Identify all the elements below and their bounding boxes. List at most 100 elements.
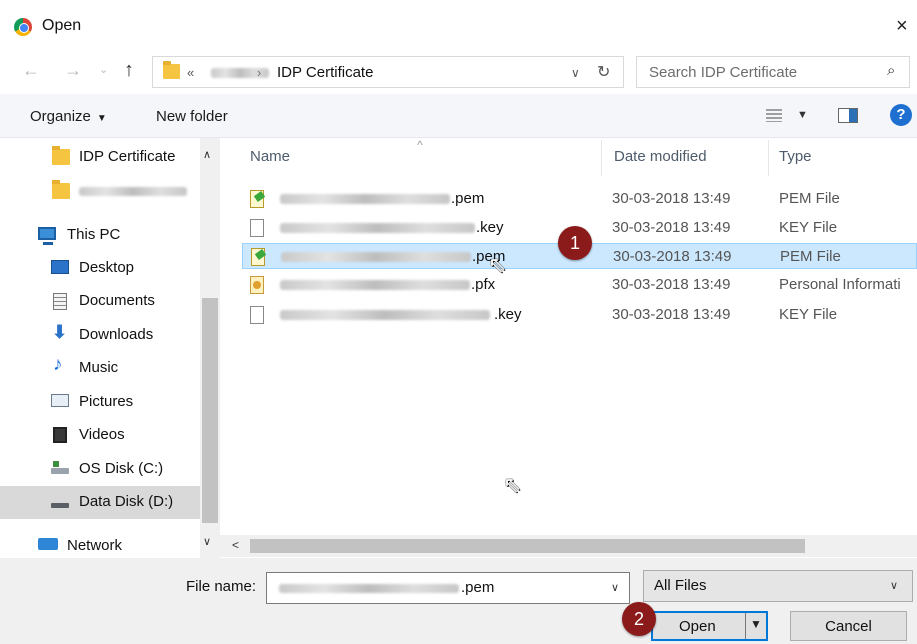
breadcrumb-current-folder[interactable]: IDP Certificate (277, 64, 373, 81)
file-date: 30-03-2018 13:49 (613, 248, 732, 265)
sidebar-scrollbar-thumb[interactable] (202, 298, 218, 523)
pictures-icon (51, 394, 69, 407)
sort-ascending-icon: ^ (417, 138, 423, 152)
sidebar-item-documents[interactable]: Documents (0, 285, 200, 318)
file-list: ^ Name Date modified Type .pem 30-03-201… (220, 138, 917, 535)
video-icon (53, 427, 67, 443)
sidebar-item-redacted-folder[interactable] (0, 175, 200, 208)
new-folder-button[interactable]: New folder (156, 108, 228, 125)
blank-file-icon (250, 306, 264, 324)
sidebar-item-desktop[interactable]: Desktop (0, 252, 200, 285)
view-caret-down-icon[interactable]: ▼ (797, 109, 808, 121)
redacted-file-name (280, 194, 450, 204)
breadcrumb-overflow-icon[interactable]: « (187, 65, 194, 80)
folder-icon (52, 180, 70, 199)
file-name-input[interactable]: .pem ∨ (266, 572, 630, 604)
file-date: 30-03-2018 13:49 (612, 276, 731, 293)
column-header-type[interactable]: Type (779, 148, 812, 165)
computer-icon (38, 227, 56, 245)
cancel-button[interactable]: Cancel (790, 611, 907, 641)
sidebar-item-label: Desktop (79, 259, 135, 276)
refresh-icon[interactable]: ↻ (597, 62, 610, 82)
horizontal-scrollbar-thumb[interactable] (250, 539, 805, 553)
title-bar: Open × (0, 0, 917, 52)
horizontal-scrollbar[interactable]: < (220, 535, 917, 557)
caret-down-icon: ▼ (96, 113, 107, 124)
mouse-cursor-icon: ⇖ (503, 472, 522, 497)
folder-icon (52, 146, 70, 165)
address-dropdown-icon[interactable]: ∨ (571, 66, 580, 80)
sidebar-item-music[interactable]: ♪ Music (0, 352, 200, 385)
sidebar-item-data-disk[interactable]: Data Disk (D:) (0, 486, 200, 519)
sidebar-item-label: Network (67, 537, 123, 554)
scroll-left-icon[interactable]: < (232, 538, 239, 552)
sidebar-item-pictures[interactable]: Pictures (0, 386, 200, 419)
redacted-file-name (281, 252, 471, 262)
blank-file-icon (250, 219, 264, 237)
redacted-file-name (279, 584, 459, 593)
help-icon[interactable]: ? (890, 104, 912, 126)
sidebar-item-idp-certificate[interactable]: IDP Certificate (0, 141, 200, 174)
column-divider[interactable] (601, 140, 602, 176)
breadcrumb-separator-icon: › (257, 65, 262, 80)
open-button-label: Open (679, 618, 716, 635)
organize-button[interactable]: Organize ▼ (30, 108, 107, 125)
step-1-marker: 1 (558, 226, 592, 260)
open-button[interactable]: Open ▼ (651, 611, 768, 641)
file-row[interactable]: .key 30-03-2018 13:49 KEY File (242, 302, 917, 328)
folder-icon (163, 61, 180, 79)
file-extension: .key (476, 219, 504, 236)
sidebar-item-videos[interactable]: Videos (0, 419, 200, 452)
search-placeholder: Search IDP Certificate (649, 64, 798, 81)
recent-locations-chevron-icon[interactable]: ⌄ (99, 63, 108, 76)
filter-dropdown-icon[interactable]: ∨ (890, 579, 898, 592)
redacted-file-name (280, 223, 475, 233)
preview-pane-icon[interactable] (838, 108, 858, 123)
address-bar[interactable]: « › IDP Certificate ∨ ↻ (152, 56, 624, 88)
file-type-filter-select[interactable]: All Files ∨ (643, 570, 913, 602)
sidebar-item-os-disk[interactable]: OS Disk (C:) (0, 453, 200, 486)
back-arrow-icon[interactable]: ← (22, 60, 40, 81)
command-toolbar: Organize ▼ New folder ▼ ? (0, 94, 917, 138)
sidebar-item-label: Documents (79, 292, 155, 309)
scroll-down-icon[interactable]: ∨ (203, 535, 211, 548)
file-row[interactable]: .pem 30-03-2018 13:49 PEM File (242, 186, 917, 212)
open-options-caret-icon[interactable]: ▼ (750, 617, 762, 631)
pfx-file-icon (250, 276, 264, 294)
sidebar-item-label: Data Disk (D:) (79, 493, 174, 510)
file-date: 30-03-2018 13:49 (612, 306, 731, 323)
file-name-dropdown-icon[interactable]: ∨ (611, 581, 619, 594)
cancel-button-label: Cancel (825, 618, 872, 635)
file-type: PEM File (780, 248, 841, 265)
file-name-extension: .pem (461, 579, 495, 596)
sidebar-item-label: Videos (79, 426, 125, 443)
file-type-filter-value: All Files (654, 577, 707, 594)
file-type: PEM File (779, 190, 840, 207)
dialog-footer: File name: .pem ∨ All Files ∨ Open ▼ Can… (0, 558, 917, 644)
search-input[interactable]: Search IDP Certificate ⌕ (636, 56, 910, 88)
column-divider[interactable] (768, 140, 769, 176)
up-arrow-icon[interactable]: ↑ (124, 59, 134, 82)
sidebar-item-label: Downloads (79, 326, 154, 343)
split-divider (745, 613, 746, 639)
search-icon[interactable]: ⌕ (887, 62, 895, 79)
step-2-marker: 2 (622, 602, 656, 636)
file-name-label: File name: (186, 578, 257, 595)
window-title: Open (42, 17, 82, 34)
column-header-name[interactable]: Name (250, 148, 290, 165)
forward-arrow-icon[interactable]: → (64, 60, 82, 81)
redacted-file-name (280, 280, 470, 290)
column-header-date-modified[interactable]: Date modified (614, 148, 707, 165)
close-button[interactable]: × (896, 12, 917, 40)
file-row[interactable]: .pfx 30-03-2018 13:49 Personal Informati (242, 272, 917, 298)
file-type: KEY File (779, 306, 838, 323)
sidebar-item-downloads[interactable]: ⬇ Downloads (0, 319, 200, 352)
sidebar-item-this-pc[interactable]: This PC (0, 219, 200, 252)
drive-icon (51, 503, 69, 508)
view-options-icon[interactable] (766, 109, 782, 122)
sidebar-item-label: Music (79, 359, 119, 376)
chrome-app-icon (14, 18, 32, 36)
file-type: Personal Informati (779, 276, 901, 293)
file-date: 30-03-2018 13:49 (612, 190, 731, 207)
scroll-up-icon[interactable]: ∧ (203, 148, 211, 161)
